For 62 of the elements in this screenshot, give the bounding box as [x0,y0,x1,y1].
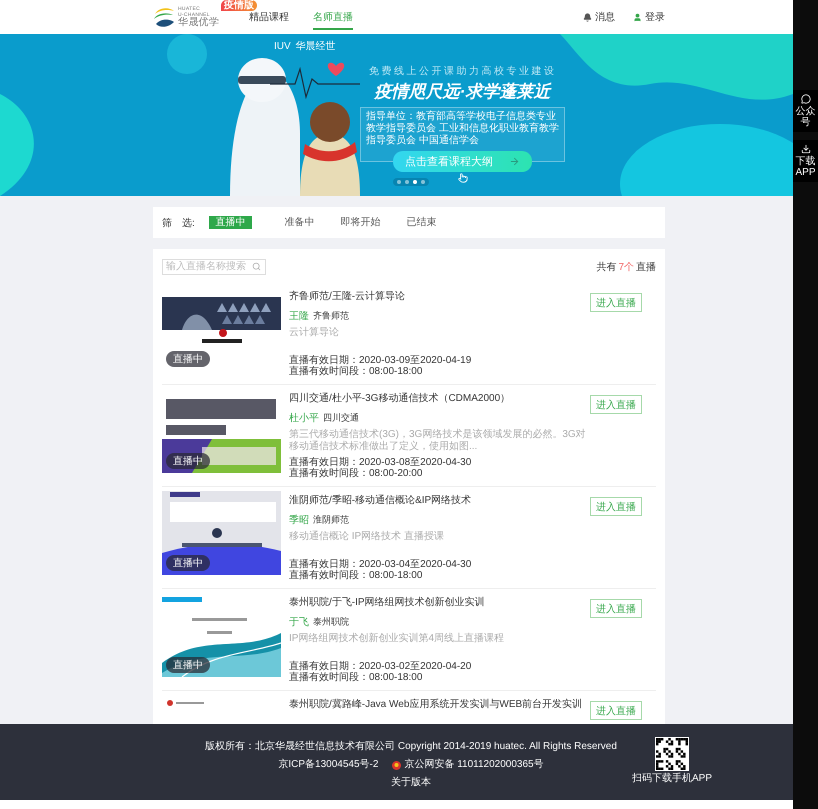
filter-option[interactable]: 即将开始 [338,216,382,229]
brand-text: IUV [274,41,291,53]
carousel-dots [393,178,429,186]
filter-option[interactable]: 准备中 [278,216,321,229]
filter-option[interactable]: 已结束 [400,216,443,229]
messages-link[interactable]: 消息 [583,10,615,24]
live-hours: 直播有效时间段：08:00-18:00 [289,570,424,581]
live-badge: 直播中 [166,351,210,367]
school-name: 泰州职院 [313,616,349,628]
emblem-icon [392,760,402,770]
banner-headline: 疫情咫尺远·求学蓬莱近 [374,81,550,103]
bell-icon [583,12,592,22]
user-icon [633,12,642,22]
live-hours: 直播有效时间段：08:00-18:00 [289,366,424,377]
school-name: 四川交通 [323,412,359,424]
teacher-name: 于飞 [289,616,309,629]
live-badge: 直播中 [166,453,210,469]
teacher-name: 王隆 [289,310,309,323]
copyright-text: 版权所有：北京华晟经世信息技术有限公司 Copyright 2014-2019 huatec. All Rights Reserved [205,741,617,753]
brand-text: 华晨经世 [296,41,336,53]
arrow-icon [509,156,520,167]
school-name: 齐鲁师范 [313,310,349,322]
qr-caption: 扫码下载手机APP [632,773,712,785]
logo-icon [153,6,175,28]
course-description: 云计算导论 [289,327,340,339]
hand-icon [458,173,468,183]
count-label: 共有 [596,260,616,274]
search-icon [252,262,261,271]
sidebar-item[interactable]: 下载APP [793,140,818,182]
course-title[interactable]: 泰州职院/于飞-IP网络组网技术创新创业实训 [289,597,590,609]
filter-label: 筛 选: [162,216,195,230]
course-description: 第三代移动通信技术(3G)，3G网络技术是该领域发展的必然。3G对移动通信技术标准做出了定义，使用如图... [289,429,587,453]
course-title[interactable]: 四川交通/杜小平-3G移动通信技术（CDMA2000） [289,393,590,405]
course-title[interactable]: 淮阴师范/季昭-移动通信概论&IP网络技术 [289,495,590,507]
teacher-name: 杜小平 [289,412,319,425]
live-badge: 直播中 [166,555,210,571]
live-badge: 直播中 [166,657,210,673]
icp-license[interactable]: 京ICP备13004545号-2 [278,759,378,771]
search-field[interactable]: 输入直播名称搜索 [162,258,266,274]
count-label: 直播 [636,260,656,274]
count-value: 7个 [618,260,634,274]
course-title[interactable]: 齐鲁师范/王隆-云计算导论 [289,291,590,303]
live-hours: 直播有效时间段：08:00-18:00 [289,672,424,683]
course-description: 移动通信概论 IP网络技术 直播授课 [289,531,446,543]
download-icon [800,144,810,154]
course-title[interactable]: 泰州职院/冀路峰-Java Web应用系统开发实训与WEB前台开发实训 [289,699,590,711]
live-dates: 直播有效日期：2020-03-02至2020-04-20 [289,661,472,672]
qr-code [655,737,689,771]
login-link[interactable]: 登录 [633,10,665,24]
course-description: IP网络组网技术创新创业实训第4周线上直播课程 [289,633,506,645]
logo-text: 华晟优学 [178,18,220,28]
teacher-name: 季昭 [289,514,309,527]
about-link[interactable]: 关于版本 [391,777,431,789]
live-hours: 直播有效时间段：08:00-20:00 [289,468,424,479]
banner-subtitle: 免费线上公开课助力高校专业建设 [368,64,556,78]
police-record[interactable]: 京公网安备 11011202000365号 [404,759,544,771]
live-dates: 直播有效日期：2020-03-04至2020-04-30 [289,559,472,570]
chat-icon [800,94,810,104]
sidebar-item[interactable]: 公众号 [793,90,818,132]
school-name: 淮阴师范 [313,514,349,526]
live-dates: 直播有效日期：2020-03-09至2020-04-19 [289,355,472,366]
live-dates: 直播有效日期：2020-03-08至2020-04-30 [289,457,472,468]
